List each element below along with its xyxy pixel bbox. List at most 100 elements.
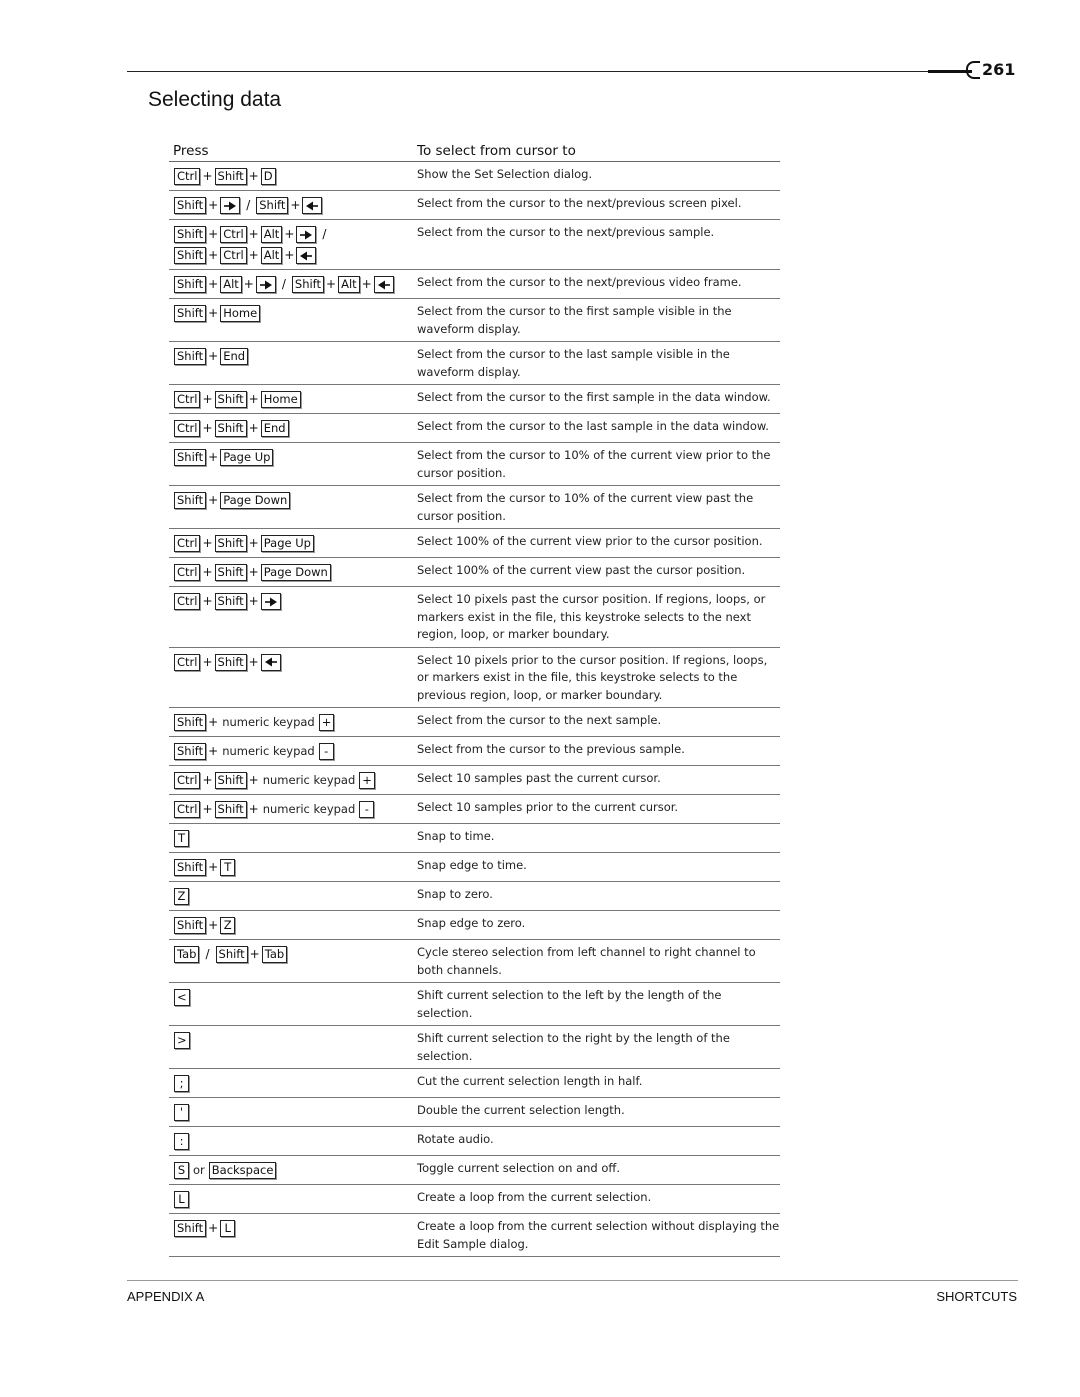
- key-combination: Shift + T: [173, 857, 417, 878]
- key-combination: Shift + / Shift +: [173, 195, 417, 216]
- key-combination: Shift + Page Down: [173, 490, 417, 511]
- left-arrow-icon: [373, 276, 394, 293]
- table-row: Ctrl + Shift + Select 10 pixels past the cur…: [169, 587, 780, 648]
- shortcut-description: Select 100% of the current view past the…: [417, 563, 746, 577]
- plus-separator: +: [208, 493, 219, 507]
- shortcut-description: Double the current selection length.: [417, 1103, 625, 1117]
- right-arrow-icon: [260, 593, 281, 610]
- shortcut-description: Select from the cursor to the last sampl…: [417, 347, 730, 379]
- key-text: numeric keypad: [262, 773, 356, 787]
- left-arrow-icon: [260, 653, 281, 671]
- shortcut-keys: Shift + Alt + / Shift + Alt +: [169, 274, 417, 295]
- key-text: numeric keypad: [222, 715, 315, 729]
- key-combination: Z: [173, 886, 417, 907]
- plus-separator: +: [326, 277, 337, 291]
- table-row: Shift + T Snap edge to time.: [169, 853, 780, 882]
- right-arrow-icon: [255, 276, 276, 293]
- shortcut-keys: ': [169, 1102, 417, 1123]
- plus-separator: +: [248, 565, 259, 579]
- shortcut-description: Show the Set Selection dialog.: [417, 167, 593, 181]
- shortcut-keys: Sor Backspace: [169, 1160, 417, 1181]
- keycap: ;: [174, 1075, 189, 1092]
- page-title: Selecting data: [148, 88, 282, 111]
- key-combination: Ctrl + Shift + D: [173, 166, 417, 187]
- shortcut-keys: <: [169, 987, 417, 1022]
- shortcut-keys: Shift + L: [169, 1218, 417, 1253]
- keycap: Shift: [214, 593, 247, 610]
- key-text: or: [193, 1163, 205, 1177]
- table-row: Shift + / Shift + Select from the cursor to t…: [169, 191, 780, 220]
- keycap: Alt: [260, 226, 283, 243]
- keycap: Shift: [214, 801, 247, 818]
- key-combination: T: [173, 828, 417, 849]
- keycap: ': [174, 1104, 189, 1121]
- key-combination: Ctrl + Shift +: [173, 591, 417, 612]
- keycap: Alt: [260, 247, 283, 264]
- table-row: Ctrl + Shift + D Show the Set Selection dialo…: [169, 162, 780, 191]
- key-combination: Ctrl + Shift + End: [173, 418, 417, 439]
- keycap: Ctrl: [174, 593, 201, 610]
- key-combination: Shift + Page Up: [173, 447, 417, 468]
- table-row: Shift + End Select from the cursor to the l…: [169, 342, 780, 385]
- table-header: Press To select from cursor to: [169, 137, 780, 162]
- plus-separator: +: [208, 306, 219, 320]
- keycap: Shift: [214, 772, 247, 789]
- keycap: L: [220, 1220, 236, 1237]
- keycap: >: [174, 1032, 190, 1049]
- keycap: Shift: [174, 714, 207, 731]
- key-combination: Shift + End: [173, 346, 417, 367]
- table-row: Ctrl + Shift + Home Select from the cursor to…: [169, 385, 780, 414]
- keycap: Ctrl: [174, 564, 201, 581]
- shortcut-description: Select from the cursor to the next sampl…: [417, 713, 662, 727]
- shortcut-keys: >: [169, 1030, 417, 1065]
- keycap: Z: [220, 917, 236, 934]
- shortcut-keys: Ctrl + Shift + End: [169, 418, 417, 439]
- column-header-press: Press: [173, 143, 209, 159]
- keycap: Shift: [214, 535, 247, 552]
- plus-separator: +: [208, 277, 219, 291]
- shortcut-description: Snap edge to time.: [417, 858, 527, 872]
- shortcut-keys: :: [169, 1131, 417, 1152]
- table-row: Tab / Shift + Tab Cycle stereo selection from…: [169, 940, 780, 983]
- plus-separator: +: [248, 594, 259, 608]
- plus-separator: +: [202, 594, 213, 608]
- key-combination: Ctrl + Shift + numeric keypad -: [173, 799, 417, 820]
- shortcut-keys: Ctrl + Shift + D: [169, 166, 417, 187]
- shortcut-keys: Shift + Z: [169, 915, 417, 936]
- shortcut-description: Snap edge to zero.: [417, 916, 526, 930]
- keycap: T: [220, 859, 236, 876]
- shortcut-keys: Shift + Page Up: [169, 447, 417, 482]
- shortcut-keys: Ctrl + Shift +: [169, 652, 417, 705]
- shortcut-keys: Ctrl + Shift + Page Up: [169, 533, 417, 554]
- key-combination: Shift + Z: [173, 915, 417, 936]
- keycap: Page Up: [260, 535, 314, 552]
- shortcut-description: Shift current selection to the right by …: [417, 1031, 730, 1063]
- keycap: Ctrl: [174, 391, 201, 408]
- header-rule: [127, 71, 972, 72]
- plus-separator: +: [248, 248, 259, 262]
- keycap: Ctrl: [220, 226, 247, 243]
- key-combination: Ctrl + Shift + numeric keypad +: [173, 770, 417, 791]
- keycap: S: [174, 1162, 189, 1179]
- table-row: Ctrl + Shift + Select 10 pixels prior to the…: [169, 648, 780, 708]
- plus-separator: +: [208, 248, 219, 262]
- right-arrow-icon: [296, 226, 317, 243]
- key-combination: L: [173, 1189, 417, 1210]
- shortcut-keys: Z: [169, 886, 417, 907]
- plus-separator: +: [248, 773, 259, 787]
- key-combination: Ctrl + Shift +: [173, 652, 417, 673]
- plus-separator: +: [208, 349, 219, 363]
- shortcut-description: Create a loop from the current selection…: [417, 1190, 652, 1204]
- keycap: Ctrl: [174, 801, 201, 818]
- shortcut-keys: Tab / Shift + Tab: [169, 944, 417, 979]
- shortcut-keys: L: [169, 1189, 417, 1210]
- shortcut-description: Select from the cursor to the last sampl…: [417, 419, 769, 433]
- plus-separator: +: [248, 169, 259, 183]
- plus-separator: +: [248, 654, 259, 669]
- table-row: Ctrl + Shift + End Select from the cursor to …: [169, 414, 780, 443]
- shortcut-description: Snap to time.: [417, 829, 495, 843]
- plus-separator: +: [248, 392, 259, 406]
- plus-separator: +: [202, 392, 213, 406]
- plus-separator: +: [248, 802, 259, 816]
- keycap: D: [260, 168, 276, 185]
